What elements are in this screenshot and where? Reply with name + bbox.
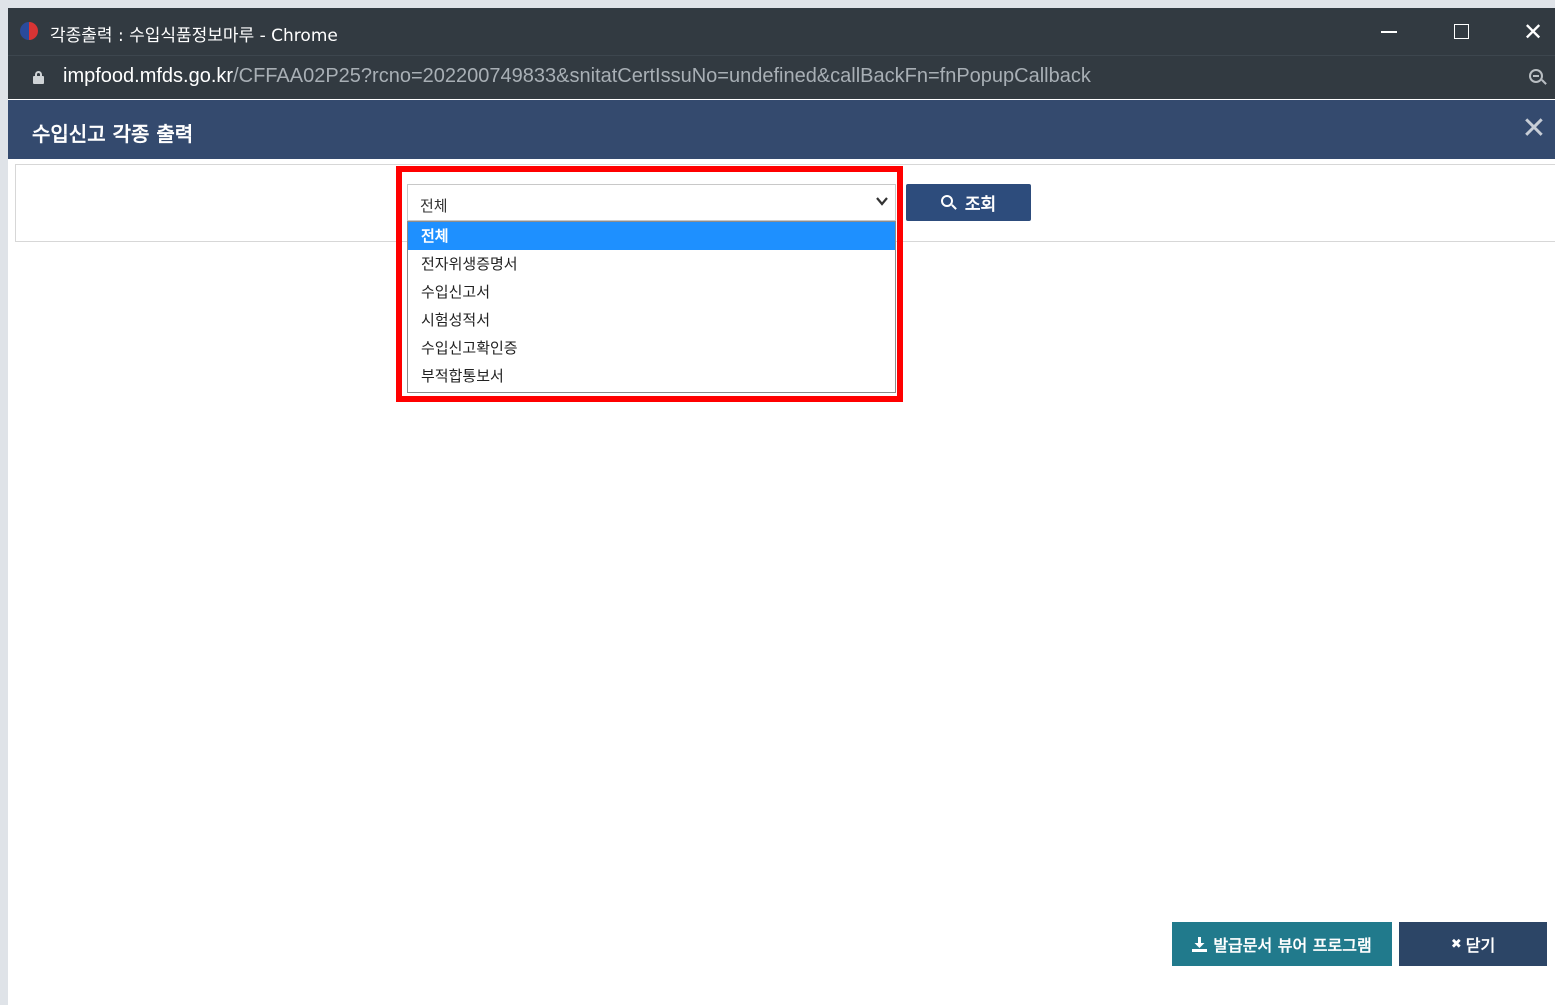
url-path: /CFFAA02P25?rcno=202200749833&snitatCert… <box>233 65 1091 87</box>
search-button[interactable]: 조회 <box>906 184 1031 221</box>
dropdown-option[interactable]: 부적합통보서 <box>408 362 895 390</box>
dropdown-option[interactable]: 시험성적서 <box>408 306 895 334</box>
search-icon <box>940 194 957 211</box>
dropdown-option[interactable]: 전체 <box>408 222 895 250</box>
zoom-out-icon[interactable] <box>1529 69 1547 87</box>
viewer-button-label: 발급문서 뷰어 프로그램 <box>1213 936 1372 955</box>
dropdown-option[interactable]: 수입신고서 <box>408 278 895 306</box>
download-icon <box>1192 936 1208 952</box>
window-title: 각종출력 : 수입식품정보마루 - Chrome <box>50 26 338 46</box>
close-button-label: 닫기 <box>1465 936 1496 955</box>
chevron-down-icon <box>876 197 888 206</box>
document-type-select[interactable]: 전체 <box>407 184 896 221</box>
search-button-label: 조회 <box>964 195 997 215</box>
minimize-icon <box>1381 30 1397 33</box>
select-current-value: 전체 <box>420 197 448 215</box>
url-domain: impfood.mfds.go.kr <box>63 65 234 87</box>
url-text[interactable]: impfood.mfds.go.kr/CFFAA02P25?rcno=20220… <box>63 65 1091 88</box>
lock-icon[interactable] <box>33 71 44 84</box>
close-button[interactable]: ✖ 닫기 <box>1399 922 1547 966</box>
minimize-button[interactable] <box>1354 8 1424 55</box>
maximize-icon <box>1453 24 1469 39</box>
window-close-button[interactable]: ✕ <box>1498 8 1555 55</box>
close-icon: ✕ <box>1522 17 1544 46</box>
address-bar[interactable]: impfood.mfds.go.kr/CFFAA02P25?rcno=20220… <box>8 55 1555 99</box>
document-type-dropdown[interactable]: 전체 전자위생증명서 수입신고서 시험성적서 수입신고확인증 부적합통보서 <box>407 221 896 393</box>
site-favicon-icon <box>20 22 38 40</box>
dropdown-option[interactable]: 전자위생증명서 <box>408 250 895 278</box>
window-titlebar: 각종출력 : 수입식품정보마루 - Chrome ✕ <box>8 8 1555 55</box>
modal-title: 수입신고 각종 출력 <box>32 122 194 146</box>
maximize-button[interactable] <box>1426 8 1496 55</box>
modal-close-icon[interactable]: ✕ <box>1521 114 1547 144</box>
modal-header: 수입신고 각종 출력 ✕ <box>8 100 1555 159</box>
dropdown-option[interactable]: 수입신고확인증 <box>408 334 895 362</box>
browser-window: 각종출력 : 수입식품정보마루 - Chrome ✕ impfood.mfds.… <box>8 8 1555 1005</box>
viewer-program-button[interactable]: 발급문서 뷰어 프로그램 <box>1172 922 1392 966</box>
close-x-icon: ✖ <box>1450 936 1462 952</box>
